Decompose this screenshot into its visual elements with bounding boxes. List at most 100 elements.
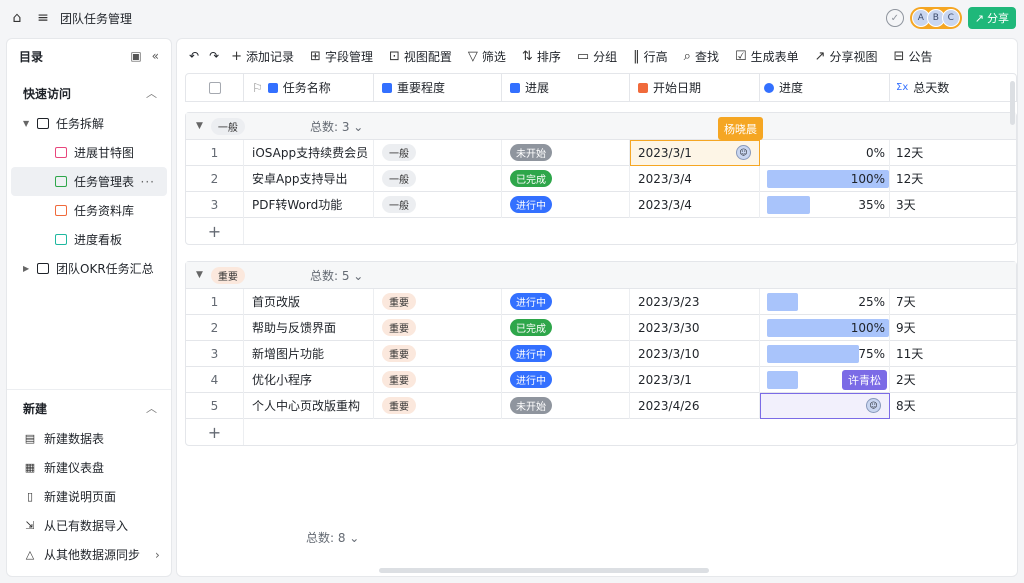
group-button[interactable]: ▭ 分组 [577, 48, 617, 65]
import-data-button[interactable]: ⇲ 从已有数据导入 [7, 511, 171, 540]
redo-icon[interactable]: ↷ [209, 49, 219, 63]
vertical-scrollbar[interactable] [1010, 81, 1015, 125]
cell-progress[interactable]: 25% [760, 288, 890, 315]
cell-name[interactable]: 个人中心页改版重构 [244, 392, 374, 419]
table-row[interactable]: 3 新增图片功能 重要 进行中 2023/3/10 75% 11天 [186, 340, 1016, 367]
cell-name[interactable]: iOSApp支持续费会员 [244, 139, 374, 166]
cell-status[interactable]: 进行中 [502, 340, 630, 367]
cell-name[interactable]: 帮助与反馈界面 [244, 314, 374, 341]
sidebar-item-task-table[interactable]: 任务管理表 ··· [11, 167, 167, 196]
cell-progress[interactable]: 35% [760, 191, 890, 218]
share-view-button[interactable]: ↗ 分享视图 [815, 48, 878, 65]
column-header-total-days[interactable]: Σx 总天数 [890, 73, 1016, 102]
cell-status[interactable]: 未开始 [502, 392, 630, 419]
cell-status[interactable]: 进行中 [502, 191, 630, 218]
table-row[interactable]: 5 个人中心页改版重构 重要 未开始 2023/4/26 ☺ 8天 [186, 392, 1016, 419]
cell-importance[interactable]: 重要 [374, 340, 502, 367]
sidebar-item-library[interactable]: 任务资料库 [7, 196, 171, 225]
cell-start-date[interactable]: 2023/3/1 [630, 366, 760, 393]
cell-name[interactable]: 安卓App支持导出 [244, 165, 374, 192]
new-table-button[interactable]: ▤ 新建数据表 [7, 424, 171, 453]
cell-progress[interactable]: 0% [760, 139, 890, 166]
menu-icon[interactable]: ≡ [34, 9, 52, 27]
group-count[interactable]: 总数: 5 ⌄ [310, 267, 363, 284]
column-header-start-date[interactable]: 开始日期 [630, 73, 760, 102]
collapse-sidebar-icon[interactable]: « [152, 49, 159, 63]
table-row[interactable]: 4 优化小程序 重要 进行中 2023/3/1 许青松 2天 [186, 366, 1016, 393]
cell-status[interactable]: 已完成 [502, 314, 630, 341]
total-count[interactable]: 总数: 8 ⌄ [306, 529, 359, 546]
collaborator-avatars[interactable]: A B C [909, 7, 962, 29]
toggle-panel-icon[interactable]: ▣ [130, 49, 141, 63]
announcement-button[interactable]: ⊟ 公告 [894, 48, 933, 65]
cell-progress[interactable]: 许青松 [760, 366, 890, 393]
new-section[interactable]: 新建 ︿ [7, 392, 171, 424]
group-count[interactable]: 总数: 3 ⌄ [310, 118, 363, 135]
cell-start-date[interactable]: 2023/3/23 [630, 288, 760, 315]
column-header-name[interactable]: ⚐ 任务名称 [244, 73, 374, 102]
table-row[interactable]: 2 安卓App支持导出 一般 已完成 2023/3/4 100% 12天 [186, 165, 1016, 192]
group-header[interactable]: ▼ 重要 总数: 5 ⌄ [186, 262, 1016, 289]
column-header-importance[interactable]: 重要程度 [374, 73, 502, 102]
cell-progress[interactable]: 100% [760, 314, 890, 341]
cell-start-date[interactable]: 2023/3/4 [630, 191, 760, 218]
quick-access-section[interactable]: 快速访问 ︿ [7, 77, 171, 109]
cell-progress[interactable]: 75% [760, 340, 890, 367]
horizontal-scrollbar[interactable] [379, 568, 709, 573]
sidebar-item-kanban[interactable]: 进度看板 [7, 225, 171, 254]
cell-start-date[interactable]: 2023/3/30 [630, 314, 760, 341]
sidebar-item-gantt[interactable]: 进展甘特图 [7, 138, 171, 167]
share-button[interactable]: ↗ 分享 [967, 7, 1016, 29]
cell-start-date[interactable]: 2023/3/4 [630, 165, 760, 192]
cell-progress[interactable]: 100% [760, 165, 890, 192]
filter-button[interactable]: ▽ 筛选 [468, 48, 506, 65]
cell-name[interactable]: 优化小程序 [244, 366, 374, 393]
cell-importance[interactable]: 重要 [374, 366, 502, 393]
cell-progress[interactable]: ☺ [760, 392, 890, 419]
table-row[interactable]: 1 iOSApp支持续费会员 一般 未开始 2023/3/1 ☺ 0% 12天 [186, 139, 1016, 166]
cell-importance[interactable]: 重要 [374, 392, 502, 419]
sort-button[interactable]: ⇅ 排序 [522, 48, 561, 65]
add-row-button[interactable]: + [186, 419, 1016, 445]
cell-status[interactable]: 进行中 [502, 366, 630, 393]
undo-icon[interactable]: ↶ [189, 49, 199, 63]
select-all-checkbox[interactable] [186, 73, 244, 102]
column-header-status[interactable]: 进展 [502, 73, 630, 102]
cell-importance[interactable]: 重要 [374, 288, 502, 315]
cell-name[interactable]: 新增图片功能 [244, 340, 374, 367]
add-row-button[interactable]: + [186, 218, 1016, 244]
cell-status[interactable]: 未开始 [502, 139, 630, 166]
new-doc-page-button[interactable]: ▯ 新建说明页面 [7, 482, 171, 511]
table-row[interactable]: 2 帮助与反馈界面 重要 已完成 2023/3/30 100% 9天 [186, 314, 1016, 341]
column-header-progress[interactable]: 进度 [760, 73, 890, 102]
status-badge: 未开始 [510, 397, 552, 414]
add-record-button[interactable]: + 添加记录 [231, 48, 294, 65]
field-manage-button[interactable]: ⊞ 字段管理 [310, 48, 373, 65]
home-icon[interactable]: ⌂ [8, 9, 26, 27]
cell-importance[interactable]: 一般 [374, 165, 502, 192]
cell-status[interactable]: 进行中 [502, 288, 630, 315]
new-dashboard-button[interactable]: ▦ 新建仪表盘 [7, 453, 171, 482]
cell-start-date[interactable]: 2023/3/10 [630, 340, 760, 367]
cell-status[interactable]: 已完成 [502, 165, 630, 192]
sidebar-item-task-breakdown[interactable]: ▼ 任务拆解 [7, 109, 171, 138]
cell-name[interactable]: PDF转Word功能 [244, 191, 374, 218]
generate-form-button[interactable]: ☑ 生成表单 [735, 48, 799, 65]
sidebar-item-okr[interactable]: ▶ 团队OKR任务汇总 [7, 254, 171, 283]
table-row[interactable]: 3 PDF转Word功能 一般 进行中 2023/3/4 35% 3天 [186, 191, 1016, 218]
table-row[interactable]: 1 首页改版 重要 进行中 2023/3/23 25% 7天 [186, 288, 1016, 315]
view-config-button[interactable]: ⊡ 视图配置 [389, 48, 452, 65]
doc-title[interactable]: 团队任务管理 [60, 10, 132, 27]
cell-start-date[interactable]: 2023/4/26 [630, 392, 760, 419]
cell-importance[interactable]: 一般 [374, 139, 502, 166]
group-header[interactable]: ▼ 一般 总数: 3 ⌄ 杨晓晨 [186, 113, 1016, 140]
cell-name[interactable]: 首页改版 [244, 288, 374, 315]
cell-start-date[interactable]: 2023/3/1 ☺ [630, 139, 760, 166]
sync-source-button[interactable]: △ 从其他数据源同步 › [7, 540, 171, 569]
find-button[interactable]: ⌕ 查找 [684, 48, 719, 65]
cell-importance[interactable]: 一般 [374, 191, 502, 218]
more-icon[interactable]: ··· [141, 175, 155, 189]
cell-importance[interactable]: 重要 [374, 314, 502, 341]
kanban-icon [53, 233, 69, 247]
row-height-button[interactable]: ‖ 行高 [633, 48, 668, 65]
